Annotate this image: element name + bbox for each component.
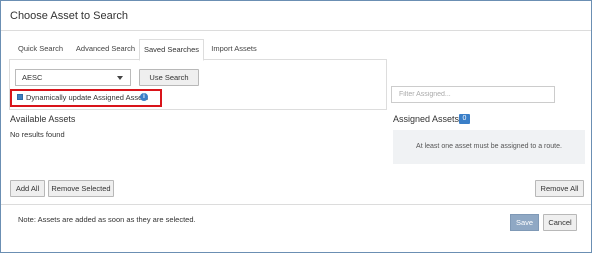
choose-asset-dialog: Choose Asset to Search Quick Search Adva… [0, 0, 592, 253]
tab-quick-search[interactable]: Quick Search [9, 39, 72, 60]
footer-divider [1, 204, 591, 205]
use-search-button[interactable]: Use Search [139, 69, 199, 86]
saved-search-select[interactable]: AESC [15, 69, 131, 86]
tab-saved-searches[interactable]: Saved Searches [139, 39, 204, 61]
footer-note: Note: Assets are added as soon as they a… [18, 215, 196, 224]
saved-search-select-value: AESC [22, 73, 43, 82]
assigned-count-badge: 0 [459, 114, 470, 124]
save-button[interactable]: Save [510, 214, 539, 231]
tab-import-assets[interactable]: Import Assets [204, 39, 264, 60]
available-assets-title: Available Assets [10, 114, 76, 124]
cancel-button[interactable]: Cancel [543, 214, 577, 231]
dynamic-update-checkbox[interactable] [17, 94, 23, 100]
dialog-title: Choose Asset to Search [10, 10, 129, 22]
remove-selected-button[interactable]: Remove Selected [48, 180, 114, 197]
dialog-title-bar: Choose Asset to Search [1, 1, 591, 31]
add-all-button[interactable]: Add All [10, 180, 45, 197]
dynamic-update-label: Dynamically update Assigned Assets [26, 93, 149, 102]
chevron-down-icon [117, 76, 123, 80]
filter-assigned-input[interactable] [391, 86, 555, 103]
assigned-assets-title: Assigned Assets [393, 114, 460, 124]
info-icon[interactable]: i [140, 93, 148, 101]
assigned-assets-message-box: At least one asset must be assigned to a… [393, 130, 585, 164]
assigned-assets-message: At least one asset must be assigned to a… [416, 143, 562, 150]
tab-advanced-search[interactable]: Advanced Search [72, 39, 139, 60]
search-tabs: Quick Search Advanced Search Saved Searc… [9, 39, 387, 61]
remove-all-button[interactable]: Remove All [535, 180, 584, 197]
no-results-text: No results found [10, 130, 65, 139]
